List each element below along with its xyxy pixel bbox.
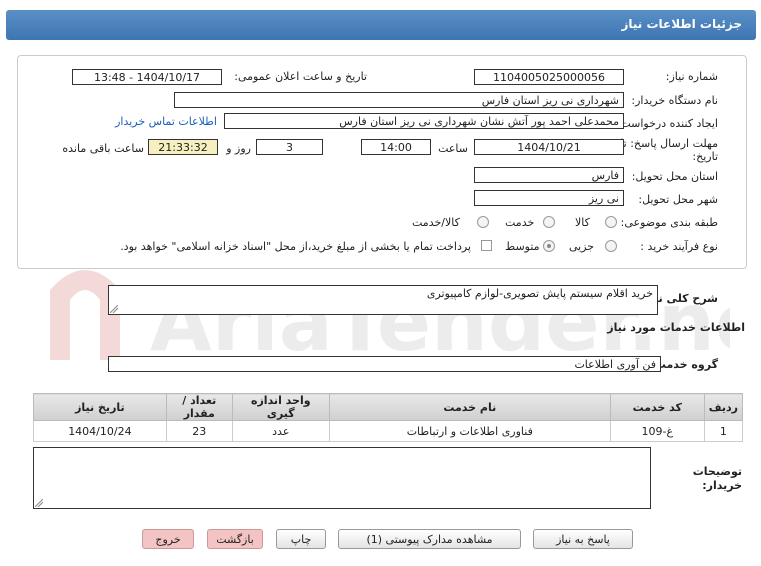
- deadline-time-label: ساعت: [438, 142, 468, 155]
- payment-note: پرداخت تمام یا بخشی از مبلغ خرید،از محل …: [120, 240, 471, 253]
- description-field: خرید اقلام سیستم پایش تصویری-لوازم کامپی…: [108, 285, 658, 315]
- announce-label: تاریخ و ساعت اعلان عمومی:: [234, 70, 367, 83]
- table-header-row: ردیف کد خدمت نام خدمت واحد اندازه گیری ت…: [33, 393, 744, 421]
- process-label: نوع فرآیند خرید :: [640, 240, 718, 253]
- deadline-label-date: تاریخ:: [692, 150, 718, 163]
- details-panel: [17, 55, 747, 269]
- process-radio-medium[interactable]: [543, 240, 555, 252]
- remaining-time-field: 21:33:32: [148, 139, 218, 155]
- process-radio-minor[interactable]: [605, 240, 617, 252]
- days-label: روز و: [226, 142, 251, 155]
- page-header: جزئیات اطلاعات نیاز: [0, 0, 761, 40]
- services-section-title: اطلاعات خدمات مورد نیاز: [607, 321, 745, 334]
- process-option-medium: متوسط: [505, 240, 540, 253]
- process-option-minor: جزیی: [569, 240, 595, 253]
- notes-resize-handle-icon[interactable]: [35, 499, 43, 507]
- category-radio-service[interactable]: [543, 216, 555, 228]
- remaining-label: ساعت باقی مانده: [62, 142, 144, 155]
- reply-button[interactable]: پاسخ به نیاز: [533, 529, 633, 549]
- col-header-qty: تعداد / مقدار: [165, 393, 233, 421]
- cell-date: 1404/10/24: [33, 420, 167, 442]
- page-title: جزئیات اطلاعات نیاز: [621, 17, 742, 31]
- back-button[interactable]: بازگشت: [207, 529, 263, 549]
- cell-code: غ-109: [609, 420, 705, 442]
- services-table: ردیف کد خدمت نام خدمت واحد اندازه گیری ت…: [33, 393, 744, 442]
- col-header-code: کد خدمت: [609, 393, 705, 421]
- header-bar: جزئیات اطلاعات نیاز: [6, 10, 756, 40]
- creator-label: ایجاد کننده درخواست:: [616, 117, 718, 130]
- service-group-field: فن آوری اطلاعات: [108, 356, 661, 372]
- attachments-button[interactable]: مشاهده مدارک پیوستی (1): [338, 529, 521, 549]
- category-option-service: خدمت: [505, 216, 535, 229]
- resize-handle-icon[interactable]: [110, 305, 118, 313]
- buyer-label: نام دستگاه خریدار:: [631, 94, 718, 107]
- col-header-index: ردیف: [703, 393, 744, 421]
- deadline-time-field: 14:00: [361, 139, 431, 155]
- category-option-goods: کالا: [575, 216, 590, 229]
- treasury-checkbox[interactable]: [481, 240, 492, 251]
- deadline-label: مهلت ارسال پاسخ: تا: [620, 137, 718, 150]
- cell-unit: عدد: [231, 420, 330, 442]
- category-option-goods-service: کالا/خدمت: [412, 216, 460, 229]
- col-header-date: تاریخ نیاز: [33, 393, 167, 421]
- buyer-field: شهرداری نی ریز استان فارس: [174, 92, 624, 108]
- province-label: استان محل تحویل:: [631, 170, 718, 183]
- cell-index: 1: [703, 420, 744, 442]
- category-label: طبقه بندی موضوعی:: [620, 216, 718, 229]
- exit-button[interactable]: خروج: [142, 529, 194, 549]
- need-number-field: 1104005025000056: [474, 69, 624, 85]
- col-header-unit: واحد اندازه گیری: [231, 393, 330, 421]
- cell-qty: 23: [165, 420, 233, 442]
- buyer-notes-field[interactable]: [33, 447, 651, 509]
- print-button[interactable]: چاپ: [276, 529, 326, 549]
- cell-name: فناوری اطلاعات و ارتباطات: [328, 420, 611, 442]
- table-row: 1 غ-109 فناوری اطلاعات و ارتباطات عدد 23…: [33, 420, 744, 442]
- buyer-contact-link[interactable]: اطلاعات تماس خریدار: [115, 115, 217, 128]
- buyer-notes-label: توضیحات: [692, 465, 742, 478]
- days-field: 3: [256, 139, 323, 155]
- city-label: شهر محل تحویل:: [638, 193, 718, 206]
- col-header-name: نام خدمت: [328, 393, 611, 421]
- creator-field: محمدعلی احمد پور آتش نشان شهرداری نی ریز…: [224, 113, 624, 129]
- deadline-date-field: 1404/10/21: [474, 139, 624, 155]
- announce-field: 1404/10/17 - 13:48: [72, 69, 222, 85]
- city-field: نی ریز: [474, 190, 624, 206]
- need-number-label: شماره نیاز:: [665, 70, 718, 83]
- province-field: فارس: [474, 167, 624, 183]
- buyer-notes-label-2: خریدار:: [702, 479, 742, 492]
- category-radio-goods[interactable]: [605, 216, 617, 228]
- category-radio-goods-service[interactable]: [477, 216, 489, 228]
